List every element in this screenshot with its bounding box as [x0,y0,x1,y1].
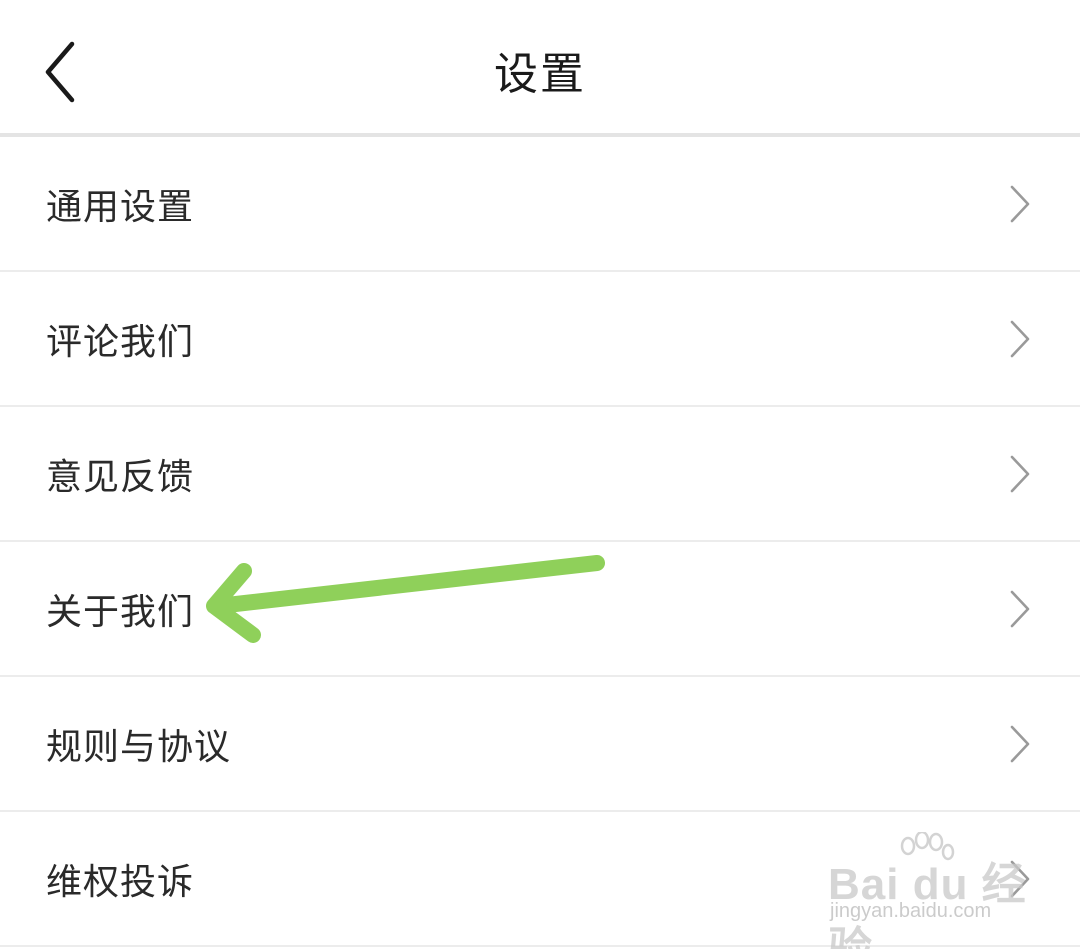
chevron-right-icon [1010,860,1030,897]
list-item-general-settings[interactable]: 通用设置 [0,137,1080,272]
list-item-label: 维权投诉 [46,861,195,903]
settings-page: 设置 通用设置 评论我们 意见反馈 关于我们 规则与协议 维权投诉 Bai du… [0,0,1080,949]
list-item-complaints[interactable]: 维权投诉 [0,812,1080,947]
list-item-rate-us[interactable]: 评论我们 [0,272,1080,407]
list-item-label: 通用设置 [46,186,195,228]
settings-list: 通用设置 评论我们 意见反馈 关于我们 规则与协议 维权投诉 [0,137,1080,947]
list-item-about-us[interactable]: 关于我们 [0,542,1080,677]
list-item-label: 评论我们 [46,321,195,363]
chevron-right-icon [1010,725,1030,762]
page-title: 设置 [494,49,586,100]
chevron-right-icon [1010,185,1030,222]
chevron-right-icon [1010,455,1030,492]
chevron-left-icon [45,41,75,103]
header-bar: 设置 [0,0,1080,133]
list-item-rules-agreement[interactable]: 规则与协议 [0,677,1080,812]
list-item-label: 意见反馈 [46,456,195,498]
list-item-label: 规则与协议 [46,726,232,768]
chevron-right-icon [1010,590,1030,627]
list-item-feedback[interactable]: 意见反馈 [0,407,1080,542]
back-button[interactable] [30,36,90,108]
chevron-right-icon [1010,320,1030,357]
list-item-label: 关于我们 [46,591,195,633]
